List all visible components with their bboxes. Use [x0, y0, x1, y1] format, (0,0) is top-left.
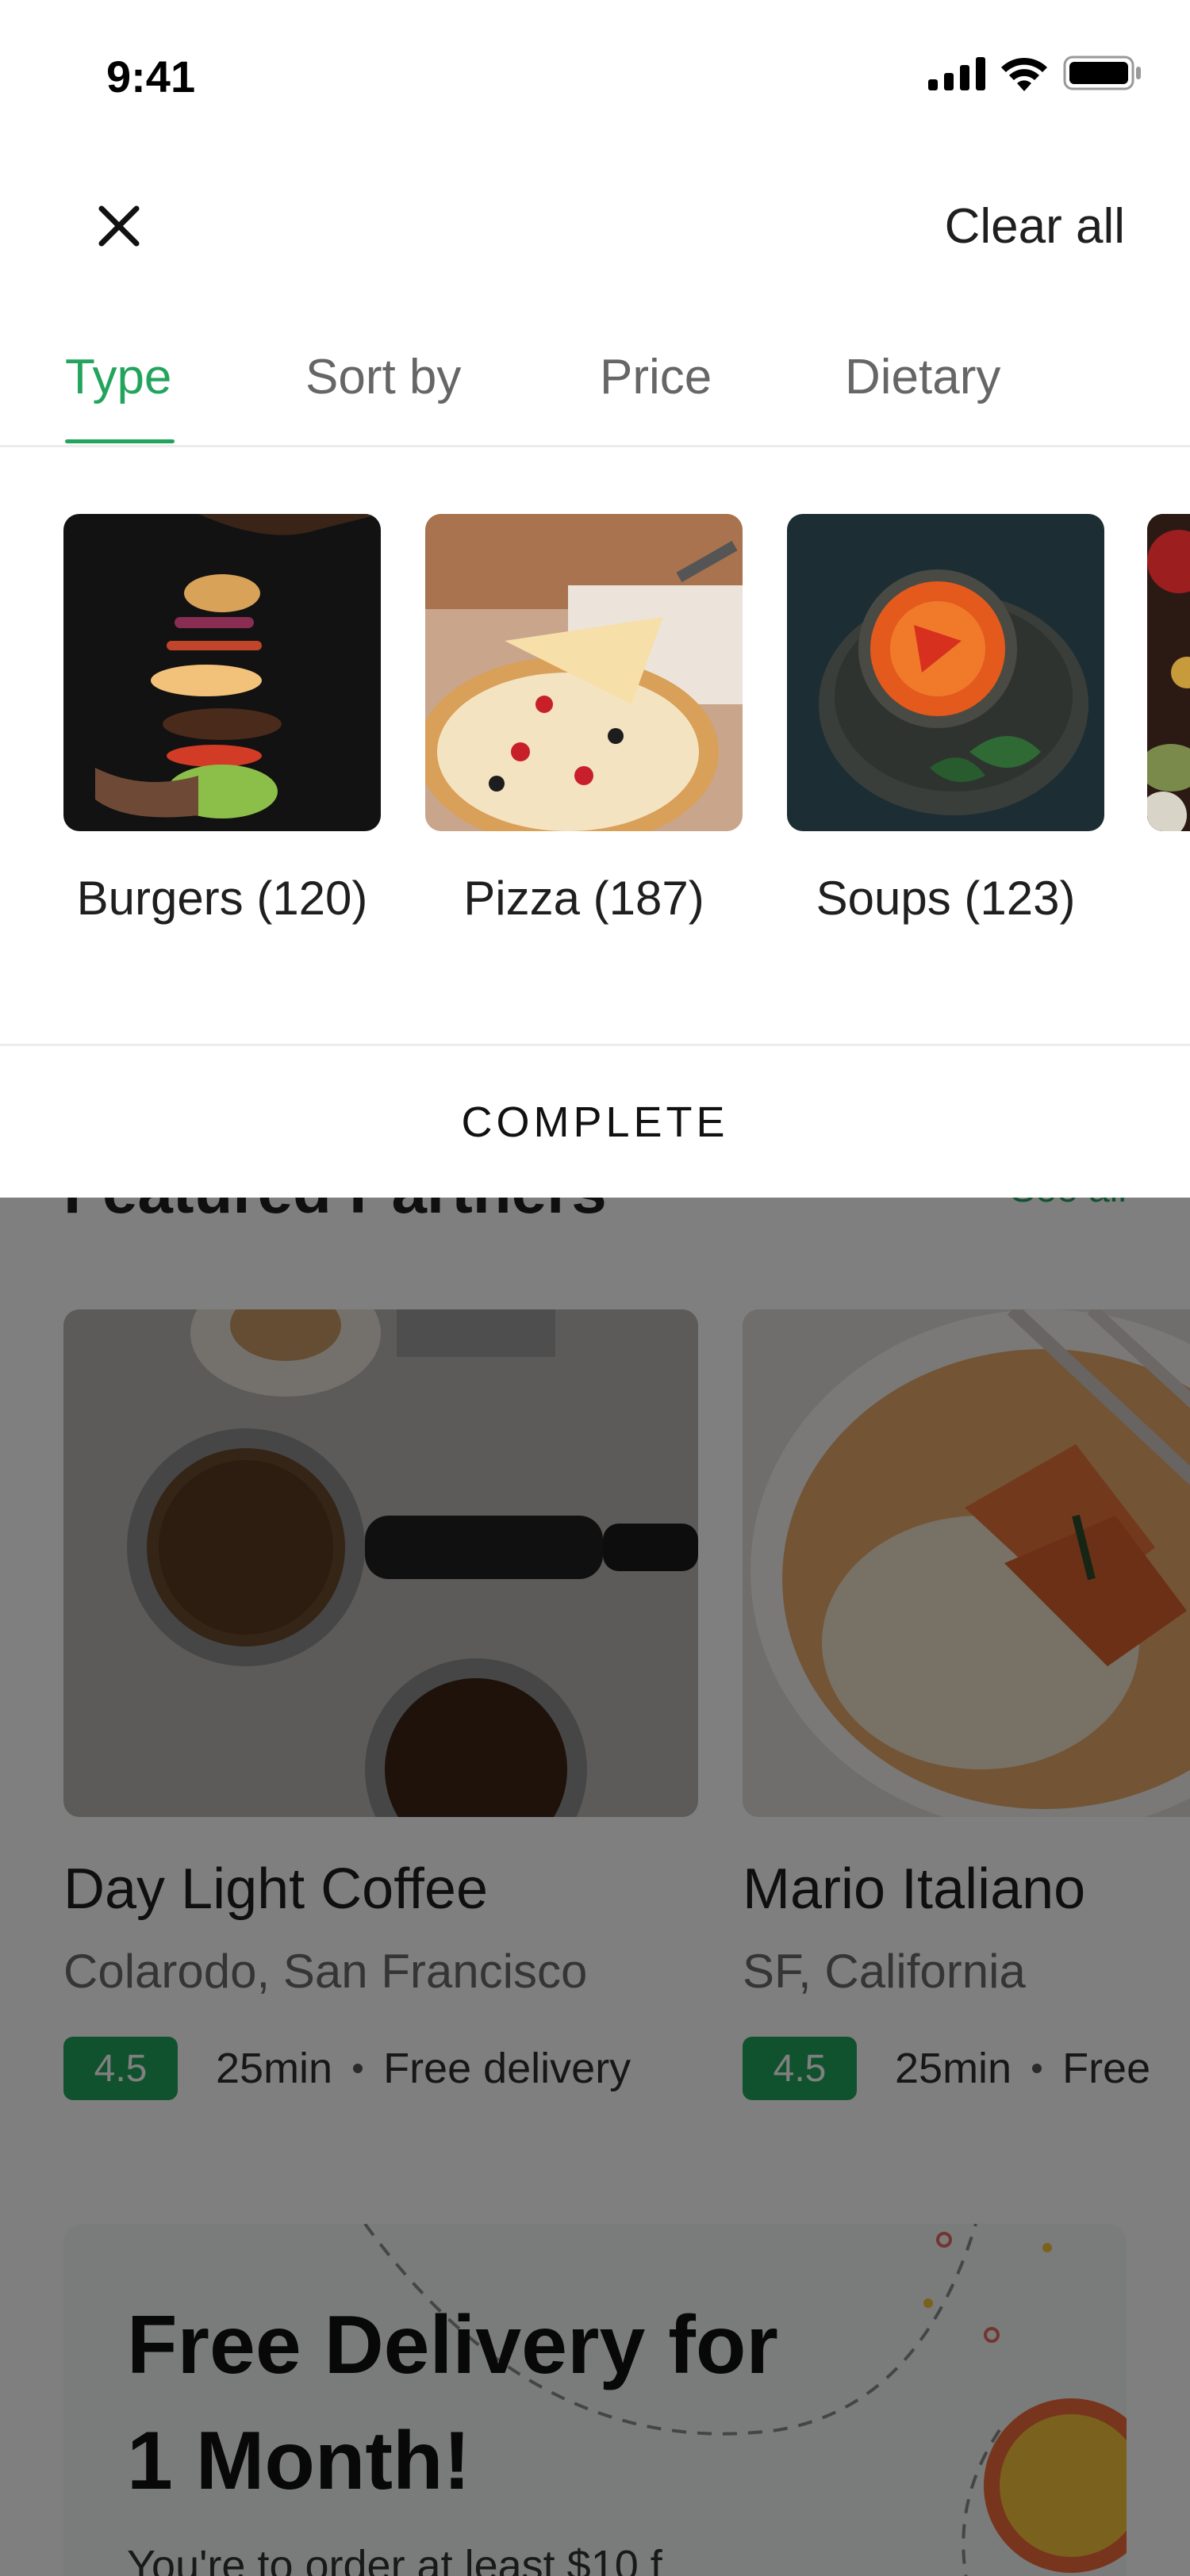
status-time: 9:41 — [106, 52, 196, 102]
close-icon — [98, 205, 140, 247]
battery-icon — [1063, 54, 1142, 96]
tab-dietary[interactable]: Dietary — [845, 349, 1000, 405]
type-item-soups[interactable]: Soups (123) — [787, 514, 1104, 926]
type-label: Soups (123) — [816, 872, 1076, 925]
filter-sheet: 9:41 Clear all Type Sort by Price Dietar… — [0, 0, 1190, 1198]
filter-tabs: Type Sort by Price Dietary — [0, 333, 1190, 447]
clear-all-button[interactable]: Clear all — [945, 198, 1125, 255]
pizza-photo — [425, 514, 743, 831]
type-item-partial[interactable] — [1147, 514, 1190, 831]
complete-label: COMPLETE — [461, 1098, 729, 1146]
dim-overlay[interactable] — [0, 1198, 1190, 2576]
tab-type[interactable]: Type — [65, 349, 171, 405]
tab-sort-by[interactable]: Sort by — [305, 349, 461, 405]
status-bar: 9:41 — [0, 0, 1190, 151]
active-tab-indicator — [65, 439, 175, 443]
complete-button[interactable]: COMPLETE — [0, 1044, 1190, 1198]
tab-price[interactable]: Price — [600, 349, 712, 405]
close-button[interactable] — [87, 194, 151, 258]
type-label: Pizza (187) — [463, 872, 704, 925]
soup-photo — [787, 514, 1104, 831]
type-label: Burgers (120) — [76, 872, 368, 925]
cellular-signal-icon — [928, 56, 985, 94]
type-item-pizza[interactable]: Pizza (187) — [425, 514, 743, 926]
status-icons — [928, 54, 1142, 96]
type-item-burgers[interactable]: Burgers (120) — [63, 514, 381, 926]
burger-photo — [63, 514, 381, 831]
wifi-icon — [1000, 55, 1049, 95]
